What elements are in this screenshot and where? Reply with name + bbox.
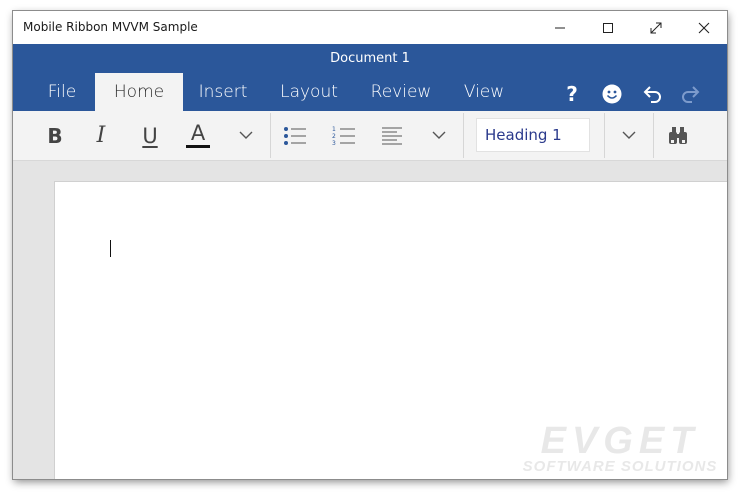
bold-button[interactable]: B	[33, 111, 77, 160]
help-icon: ?	[566, 82, 578, 106]
underline-button[interactable]: U	[128, 111, 172, 160]
app-window: Mobile Ribbon MVVM Sample Document 1 Fil…	[13, 11, 727, 479]
watermark: EVGET SOFTWARE SOLUTIONS	[520, 420, 720, 475]
underline-icon: U	[142, 123, 158, 148]
minimize-icon	[555, 27, 565, 28]
find-button[interactable]	[656, 111, 700, 160]
italic-icon: I	[96, 123, 106, 148]
svg-text:2: 2	[332, 133, 336, 140]
bullet-list-icon	[284, 126, 306, 145]
font-color-letter: A	[190, 121, 206, 145]
bold-icon: B	[47, 123, 63, 148]
paragraph-options-dropdown[interactable]	[417, 111, 461, 160]
toolbar-divider	[653, 113, 654, 158]
tab-view[interactable]: View	[453, 73, 515, 111]
font-color-swatch	[186, 145, 210, 148]
font-color-button[interactable]: A	[176, 111, 220, 160]
tab-file[interactable]: File	[35, 73, 89, 111]
align-left-button[interactable]	[370, 111, 414, 160]
maximize-button[interactable]	[584, 11, 632, 44]
chevron-down-icon	[239, 131, 253, 139]
italic-button[interactable]: I	[79, 111, 123, 160]
style-options-dropdown[interactable]	[607, 111, 651, 160]
home-toolbar: B I U A 1 2 3 Heading 1	[13, 111, 727, 161]
toolbar-divider	[270, 113, 271, 158]
tab-insert[interactable]: Insert	[189, 73, 257, 111]
help-button[interactable]: ?	[558, 80, 586, 108]
document-title: Document 1	[330, 51, 410, 66]
toolbar-divider	[463, 113, 464, 158]
svg-text:3: 3	[332, 140, 336, 147]
feedback-button[interactable]	[598, 80, 626, 108]
svg-text:1: 1	[332, 126, 336, 133]
style-selector[interactable]: Heading 1	[476, 118, 590, 152]
watermark-logo: EVGET	[540, 420, 700, 462]
tab-layout[interactable]: Layout	[269, 73, 349, 111]
close-button[interactable]	[680, 11, 727, 44]
redo-icon	[682, 86, 700, 103]
window-title: Mobile Ribbon MVVM Sample	[23, 20, 198, 34]
font-options-dropdown[interactable]	[224, 111, 268, 160]
ribbon-header: Document 1 File Home Insert Layout Revie…	[13, 44, 727, 111]
fullscreen-icon	[650, 22, 662, 33]
toolbar-divider	[604, 113, 605, 158]
binoculars-icon	[669, 126, 687, 144]
tab-home[interactable]: Home	[95, 73, 183, 111]
undo-icon	[643, 86, 661, 103]
title-bar: Mobile Ribbon MVVM Sample	[13, 11, 727, 44]
watermark-tagline: SOFTWARE SOLUTIONS	[522, 458, 718, 475]
minimize-button[interactable]	[536, 11, 584, 44]
chevron-down-icon	[432, 131, 446, 139]
text-cursor	[110, 240, 111, 257]
numbered-list-button[interactable]: 1 2 3	[322, 111, 366, 160]
fullscreen-button[interactable]	[632, 11, 680, 44]
align-left-icon	[382, 127, 402, 144]
smiley-icon	[602, 84, 622, 104]
tab-review[interactable]: Review	[363, 73, 439, 111]
font-color-icon: A	[186, 123, 210, 148]
maximize-icon	[603, 22, 613, 33]
bullet-list-button[interactable]	[273, 111, 317, 160]
close-icon	[698, 22, 710, 33]
numbered-list-icon: 1 2 3	[332, 126, 355, 147]
chevron-down-icon	[622, 131, 636, 139]
undo-button[interactable]	[638, 80, 666, 108]
redo-button[interactable]	[677, 80, 705, 108]
